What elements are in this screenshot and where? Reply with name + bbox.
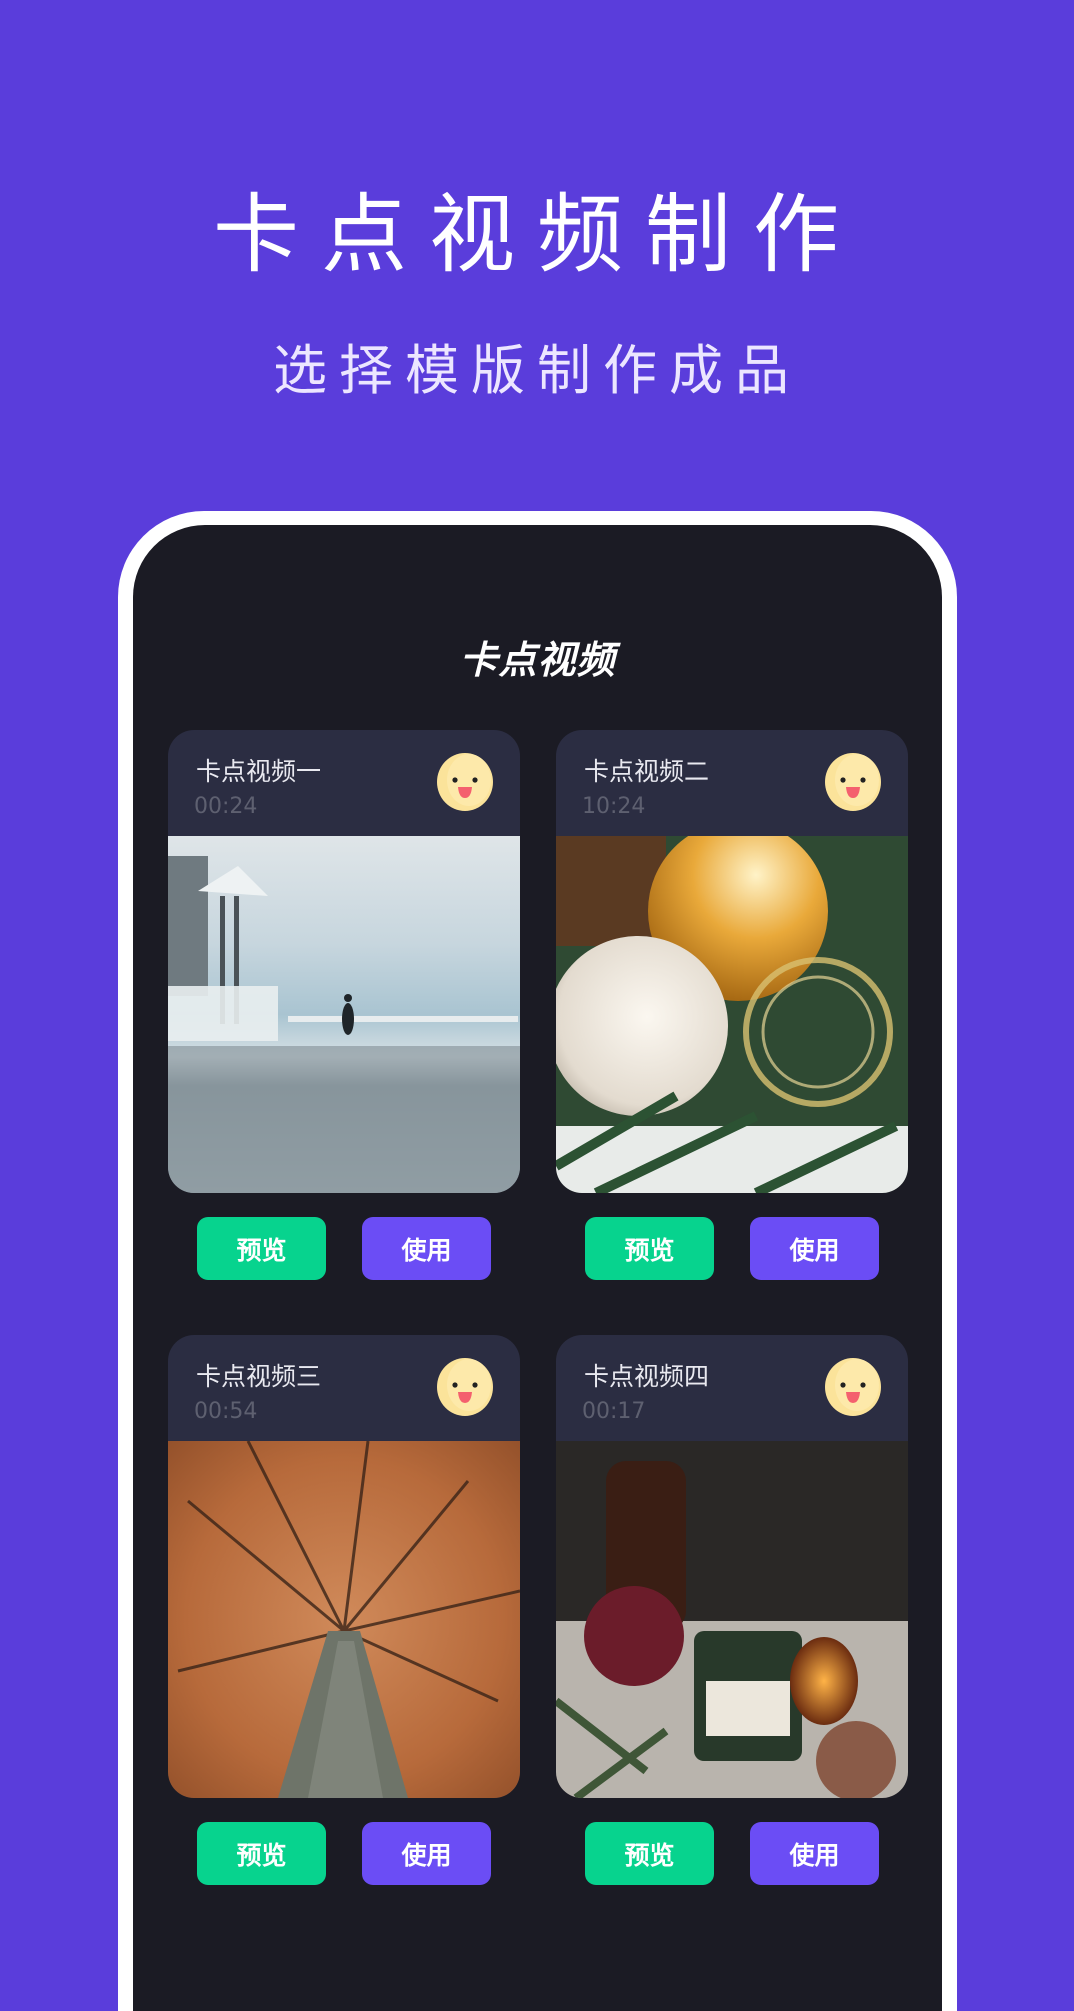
template-thumbnail[interactable] — [556, 836, 908, 1193]
app-title: 卡点视频 — [459, 638, 616, 682]
smiley-face-icon — [825, 1358, 881, 1416]
smiley-face-icon — [437, 1358, 493, 1416]
template-card[interactable]: 卡点视频三 00:54 — [168, 1335, 520, 1798]
template-card[interactable]: 卡点视频一 00:24 — [168, 730, 520, 1193]
use-button[interactable]: 使用 — [362, 1822, 491, 1885]
card-duration: 00:24 — [194, 794, 258, 819]
template-card[interactable]: 卡点视频二 10:24 — [556, 730, 908, 1193]
promo-headline: 卡点视频制作 — [213, 185, 861, 285]
card-header: 卡点视频三 00:54 — [168, 1335, 520, 1441]
card-title: 卡点视频三 — [196, 1362, 322, 1391]
template-card[interactable]: 卡点视频四 00:17 — [556, 1335, 908, 1798]
card-header: 卡点视频二 10:24 — [556, 730, 908, 836]
phone-frame: 卡点视频 卡点视频一 00:24 预览 使用 卡点视频二 10:24 预览 使用… — [118, 511, 957, 2011]
preview-button[interactable]: 预览 — [197, 1217, 326, 1280]
card-header: 卡点视频四 00:17 — [556, 1335, 908, 1441]
preview-button[interactable]: 预览 — [585, 1822, 714, 1885]
app-screen: 卡点视频 卡点视频一 00:24 预览 使用 卡点视频二 10:24 预览 使用… — [133, 525, 942, 2011]
card-duration: 00:17 — [582, 1399, 646, 1424]
use-button[interactable]: 使用 — [750, 1822, 879, 1885]
card-title: 卡点视频一 — [196, 757, 322, 786]
template-thumbnail[interactable] — [168, 836, 520, 1193]
use-button[interactable]: 使用 — [362, 1217, 491, 1280]
preview-button[interactable]: 预览 — [585, 1217, 714, 1280]
card-duration: 00:54 — [194, 1399, 258, 1424]
card-duration: 10:24 — [582, 794, 646, 819]
autumn-tree-image — [168, 1441, 520, 1798]
card-title: 卡点视频四 — [584, 1362, 710, 1391]
card-header: 卡点视频一 00:24 — [168, 730, 520, 836]
card-title: 卡点视频二 — [584, 757, 710, 786]
candle-scene-image — [556, 1441, 908, 1798]
template-thumbnail[interactable] — [556, 1441, 908, 1798]
snow-scene-image — [168, 836, 520, 1193]
promo-subheadline: 选择模版制作成品 — [273, 339, 801, 402]
preview-button[interactable]: 预览 — [197, 1822, 326, 1885]
use-button[interactable]: 使用 — [750, 1217, 879, 1280]
template-thumbnail[interactable] — [168, 1441, 520, 1798]
smiley-face-icon — [825, 753, 881, 811]
smiley-face-icon — [437, 753, 493, 811]
ornaments-image — [556, 836, 908, 1193]
